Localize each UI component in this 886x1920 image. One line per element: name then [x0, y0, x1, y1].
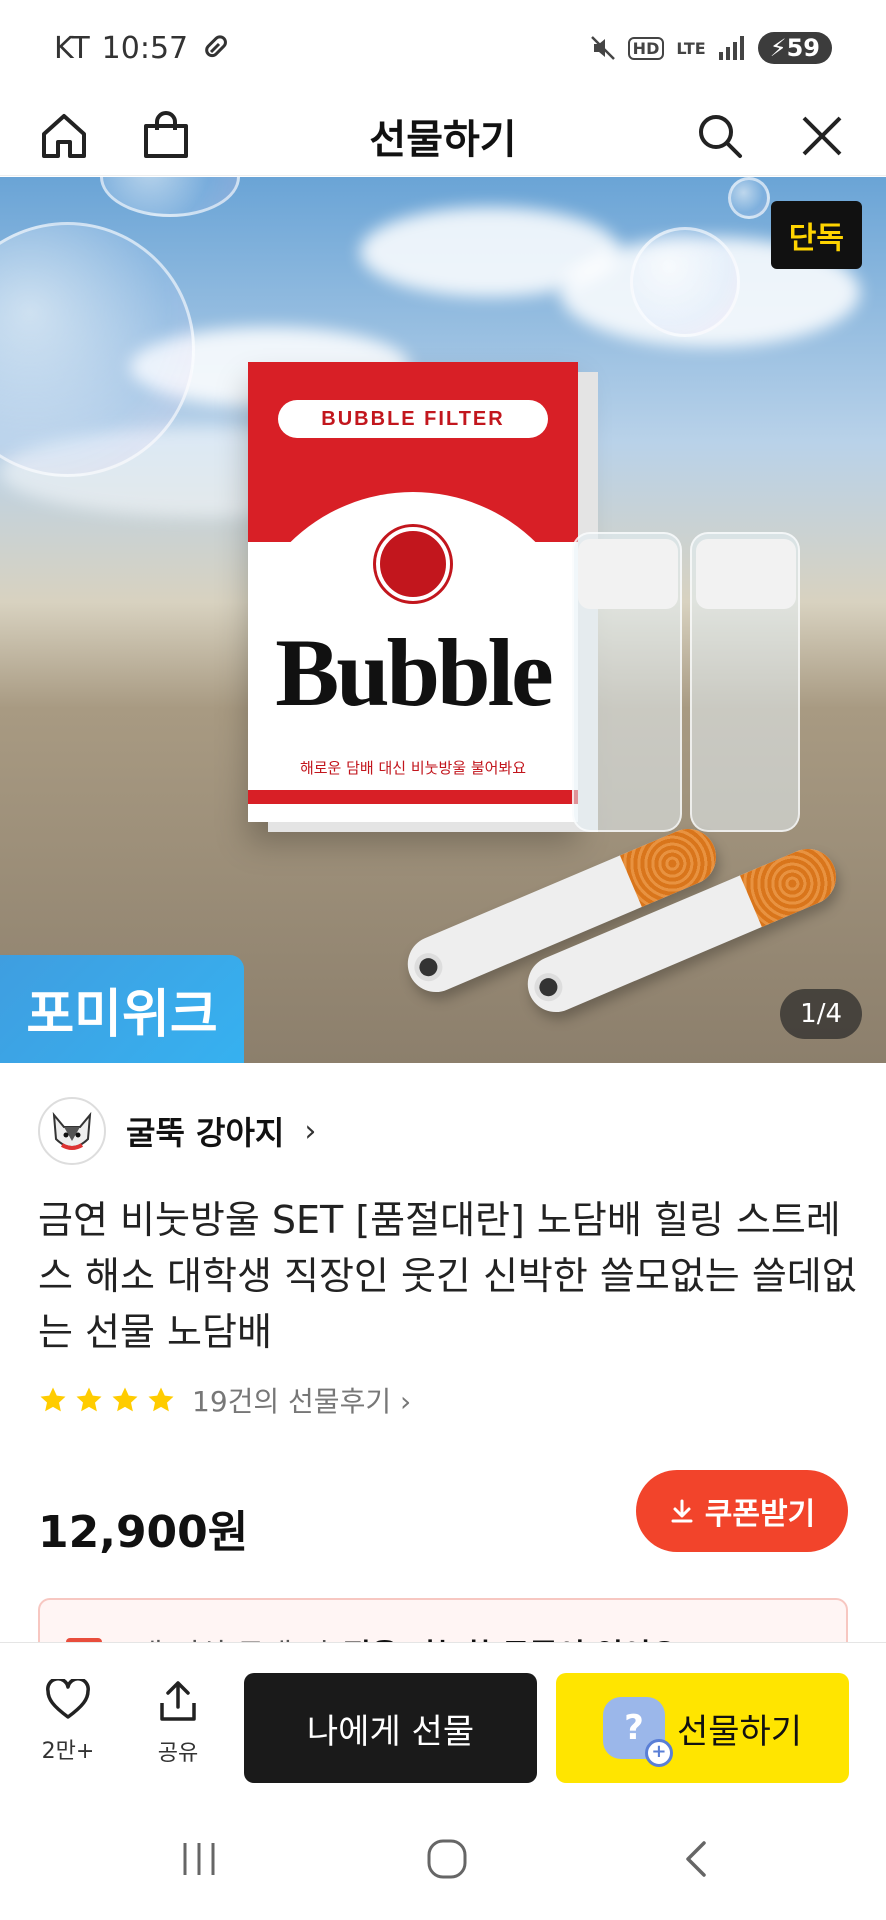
star-icon	[76, 1387, 102, 1412]
gift-button-label: 선물하기	[676, 1711, 803, 1752]
gift-to-me-label: 나에게 선물	[306, 1711, 475, 1752]
product-image-carousel[interactable]: BUBBLE FILTER Bubble 해로운 담배 대신 비눗방울 불어봐요…	[0, 177, 886, 1063]
chevron-right-icon: ›	[304, 1113, 317, 1149]
seller-link[interactable]: 굴뚝 강아지 ›	[38, 1097, 316, 1165]
star-icon	[40, 1387, 66, 1412]
share-button[interactable]: 공유	[138, 1679, 218, 1767]
product-price: 12,900원	[38, 1507, 249, 1558]
package-logo	[376, 527, 450, 601]
close-icon	[802, 116, 842, 156]
home-circle-icon	[427, 1839, 467, 1879]
shopping-bag-icon	[144, 111, 188, 158]
product-title: 금연 비눗방울 SET [품절대란] 노담배 힐링 스트레스 해소 대학생 직장…	[38, 1198, 857, 1354]
review-count-label: 19건의 선물후기	[192, 1385, 392, 1418]
seller-avatar	[38, 1097, 106, 1165]
home-button[interactable]	[34, 106, 94, 166]
top-nav: 선물하기	[0, 96, 886, 176]
like-button[interactable]: 2만+	[28, 1677, 108, 1765]
package-stripe	[248, 790, 578, 804]
page-title: 선물하기	[369, 116, 517, 163]
pipe-tip	[739, 840, 845, 927]
home-system-button[interactable]	[412, 1834, 482, 1884]
bottom-action-bar: 2만+ 공유 나에게 선물 ? + 선물하기	[0, 1642, 886, 1798]
share-icon	[160, 1681, 196, 1721]
soap-bubble	[100, 177, 240, 217]
status-bar: KT 10:57 HD LTE ⚡59	[0, 0, 886, 96]
soap-bubble	[728, 177, 770, 219]
hd-icon: HD	[627, 36, 665, 60]
back-icon	[686, 1841, 706, 1877]
pill-icon	[205, 35, 228, 58]
star-icon	[112, 1387, 138, 1412]
battery-indicator: ⚡59	[757, 32, 832, 64]
recent-apps-button[interactable]	[164, 1834, 234, 1884]
star-icon	[148, 1387, 174, 1412]
lte-icon: LTE	[676, 38, 706, 58]
plus-icon: +	[644, 1739, 673, 1767]
carrier-label: KT	[54, 30, 90, 66]
rating-row[interactable]: 19건의 선물후기 ›	[38, 1380, 411, 1420]
system-nav-bar	[0, 1798, 886, 1920]
recent-apps-icon	[183, 1843, 215, 1875]
package-subtitle: 해로운 담배 대신 비눗방울 불어봐요	[299, 759, 527, 777]
coupon-button[interactable]: 쿠폰받기	[636, 1470, 848, 1552]
download-icon	[671, 1499, 693, 1523]
product-package: BUBBLE FILTER Bubble 해로운 담배 대신 비눗방울 불어봐요	[248, 362, 578, 822]
share-label: 공유	[157, 1741, 199, 1766]
seller-name: 굴뚝 강아지	[126, 1114, 285, 1152]
home-icon	[42, 114, 86, 158]
pipe-hole	[410, 948, 447, 986]
soap-bubble	[630, 227, 740, 337]
mute-icon	[590, 36, 615, 60]
gift-help-icon: ? +	[602, 1697, 673, 1767]
like-count: 2만+	[41, 1739, 95, 1764]
package-brand-word: Bubble	[275, 619, 553, 726]
clock: 10:57	[101, 30, 189, 66]
brand-banner: 포미위크	[0, 955, 244, 1063]
bottle-cap	[696, 539, 796, 609]
gift-to-me-button[interactable]: 나에게 선물	[244, 1673, 537, 1783]
exclusive-badge: 단독	[770, 201, 862, 269]
back-button[interactable]	[660, 1834, 730, 1884]
dog-avatar-icon	[52, 1111, 92, 1150]
shopping-bag-button[interactable]	[136, 106, 196, 166]
search-icon	[699, 115, 742, 158]
bottle-cap	[578, 539, 678, 609]
heart-icon	[46, 1677, 90, 1719]
battery-level: 59	[786, 34, 820, 62]
gift-button[interactable]: ? + 선물하기	[556, 1673, 849, 1783]
package-filter-label: BUBBLE FILTER	[278, 400, 548, 438]
search-button[interactable]	[690, 106, 750, 166]
image-page-counter: 1/4	[780, 989, 862, 1039]
pipe-hole	[530, 968, 567, 1006]
close-button[interactable]	[792, 106, 852, 166]
review-link[interactable]: 19건의 선물후기 ›	[192, 1380, 411, 1420]
coupon-button-label: 쿠폰받기	[704, 1497, 816, 1532]
signal-icon	[718, 36, 744, 60]
